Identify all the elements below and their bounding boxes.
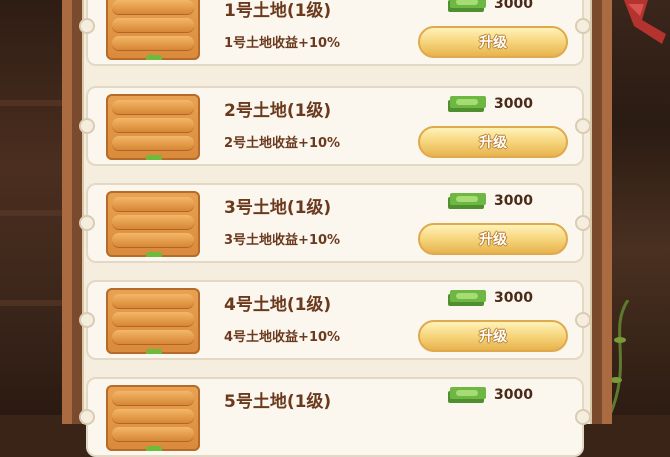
- background-left: [0, 0, 62, 415]
- land-bonus: 4号土地收益+10%: [224, 330, 341, 345]
- land-card-5: 5号土地(1级) 3000: [79, 377, 591, 457]
- upgrade-price: 3000: [494, 193, 533, 209]
- cash-stack-icon: [448, 0, 486, 12]
- cash-stack-icon: [448, 290, 486, 306]
- land-plot-icon: [106, 0, 200, 60]
- upgrade-price: 3000: [494, 96, 533, 112]
- cash-stack-icon: [448, 96, 486, 112]
- land-bonus: 1号土地收益+10%: [224, 36, 341, 51]
- cash-stack-icon: [448, 193, 486, 209]
- land-title: 3号土地(1级): [224, 198, 332, 218]
- land-title: 4号土地(1级): [224, 295, 332, 315]
- upgrade-price: 3000: [494, 0, 533, 12]
- cash-stack-icon: [448, 387, 486, 403]
- land-bonus: 2号土地收益+10%: [224, 136, 341, 151]
- land-card-1: 1号土地(1级) 1号土地收益+10% 3000 升级: [79, 0, 591, 66]
- ribbon-icon: [624, 0, 666, 44]
- upgrade-button[interactable]: 升级: [418, 320, 568, 352]
- land-card-3: 3号土地(1级) 3号土地收益+10% 3000 升级: [79, 183, 591, 263]
- land-card-4: 4号土地(1级) 4号土地收益+10% 3000 升级: [79, 280, 591, 360]
- upgrade-price: 3000: [494, 290, 533, 306]
- land-plot-icon: [106, 94, 200, 160]
- land-title: 1号土地(1级): [224, 1, 332, 21]
- land-plot-icon: [106, 191, 200, 257]
- land-card-2: 2号土地(1级) 2号土地收益+10% 3000 升级: [79, 86, 591, 166]
- upgrade-button[interactable]: 升级: [418, 26, 568, 58]
- land-bonus: 3号土地收益+10%: [224, 233, 341, 248]
- land-plot-icon: [106, 288, 200, 354]
- upgrade-button[interactable]: 升级: [418, 126, 568, 158]
- land-title: 5号土地(1级): [224, 392, 332, 412]
- land-title: 2号土地(1级): [224, 101, 332, 121]
- land-plot-icon: [106, 385, 200, 451]
- upgrade-button[interactable]: 升级: [418, 223, 568, 255]
- upgrade-price: 3000: [494, 387, 533, 403]
